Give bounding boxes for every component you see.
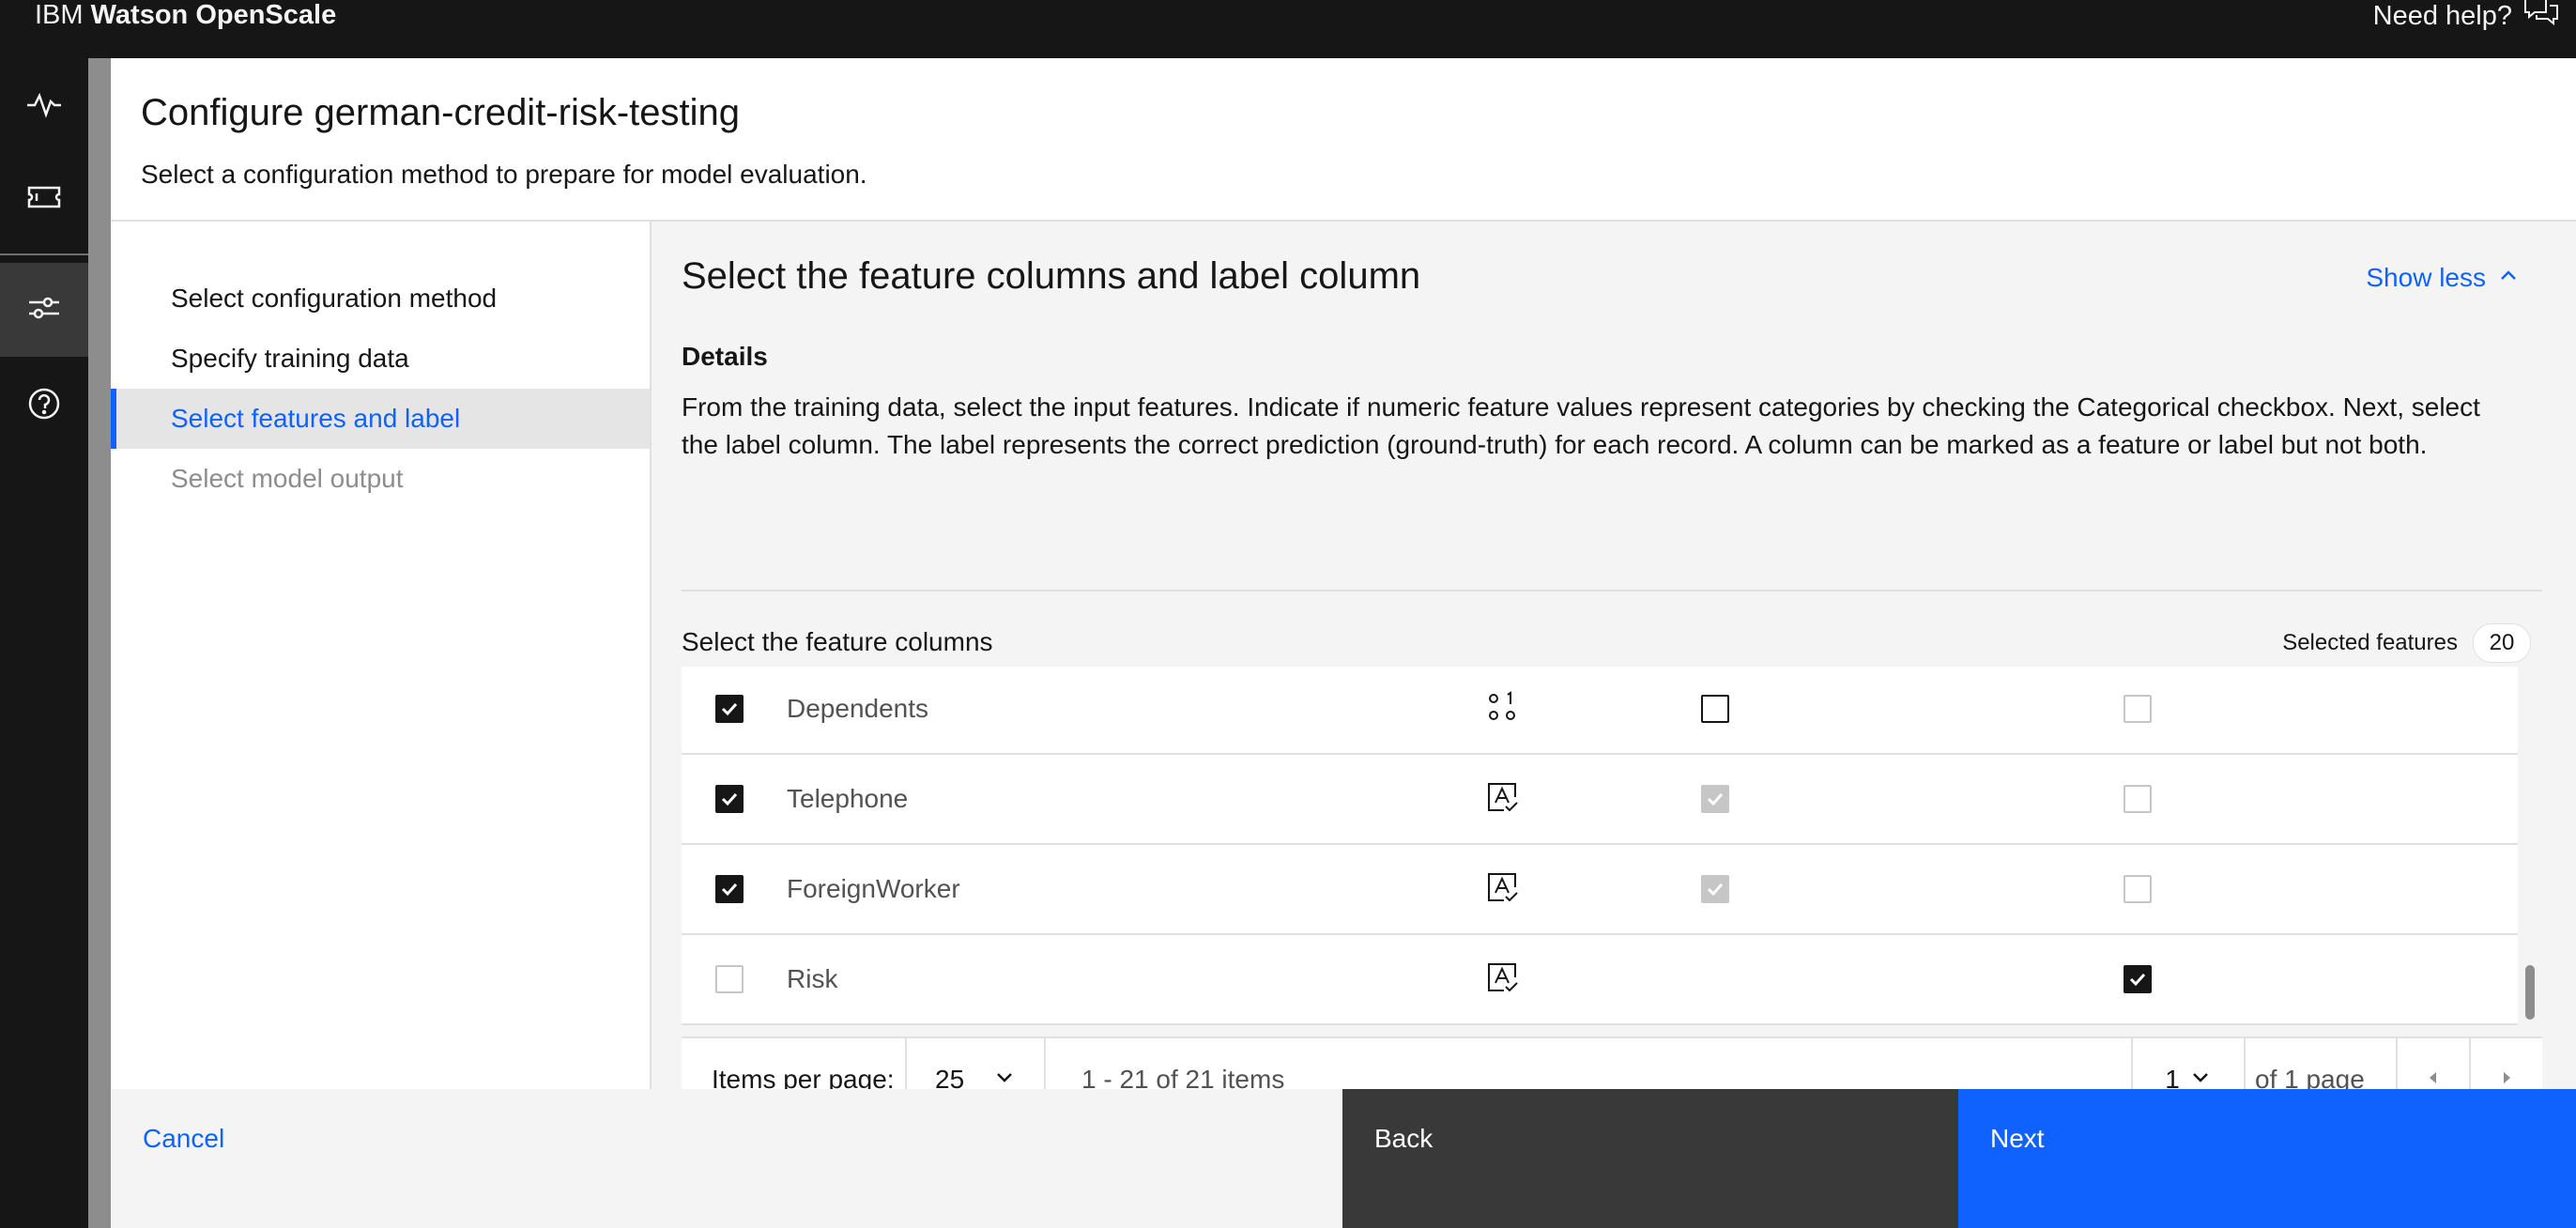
cancel-label: Cancel — [143, 1124, 225, 1153]
label-checkbox — [2124, 785, 2152, 813]
show-less-link[interactable]: Show less — [2366, 263, 2520, 293]
scrollbar-thumb[interactable] — [2525, 965, 2535, 1020]
table-scrollbar[interactable] — [2523, 667, 2537, 1035]
nav-insights-button[interactable] — [0, 58, 88, 152]
next-label: Next — [1990, 1124, 2045, 1153]
categorical-checkbox — [1701, 875, 1729, 903]
next-button[interactable]: Next — [1958, 1089, 2576, 1228]
step-select-configuration-method[interactable]: Select configuration method — [111, 269, 650, 329]
help-label: Need help? — [2372, 0, 2512, 31]
column-name: ForeignWorker — [787, 874, 960, 903]
column-name: Risk — [787, 964, 838, 993]
selected-features-count: 20 — [2473, 623, 2531, 663]
brand-name: Watson OpenScale — [90, 0, 337, 30]
top-bar: IBM Watson OpenScale Need help? — [0, 0, 2576, 58]
modal-header: Configure german-credit-risk-testing Sel… — [111, 58, 2576, 222]
step-select-model-output: Select model output — [171, 464, 404, 493]
feature-checkbox[interactable] — [715, 785, 744, 813]
caret-left-icon — [2424, 1068, 2443, 1092]
feature-columns-title: Select the feature columns — [682, 627, 993, 656]
nav-ticket-button[interactable] — [0, 152, 88, 246]
pulse-icon — [23, 83, 65, 129]
table-row: Risk — [682, 935, 2518, 1025]
label-checkbox — [2124, 695, 2152, 723]
progress-steps: Select configuration method Specify trai… — [111, 222, 652, 1089]
step-content: Select the feature columns and label col… — [652, 222, 2576, 1121]
step-select-features-and-label[interactable]: Select features and label — [111, 389, 650, 449]
feature-checkbox[interactable] — [715, 695, 744, 723]
column-name: Telephone — [787, 784, 909, 813]
chevron-up-icon — [2497, 263, 2520, 293]
nav-help-button[interactable] — [0, 359, 88, 453]
table-row: Dependents — [682, 667, 2518, 755]
nav-divider — [0, 253, 88, 255]
numeric-icon — [1485, 690, 1519, 729]
back-label: Back — [1374, 1124, 1434, 1153]
feature-table: Dependents Telephone ForeignWorker Risk — [682, 667, 2518, 1035]
configure-modal: Configure german-credit-risk-testing Sel… — [111, 58, 2576, 1228]
string-icon — [1485, 960, 1519, 999]
table-row: Telephone — [682, 755, 2518, 845]
sliders-icon — [23, 287, 65, 333]
help-link[interactable]: Need help? — [2373, 0, 2559, 32]
selected-features-label: Selected features — [2282, 630, 2458, 655]
chat-icon — [2523, 0, 2559, 36]
categorical-checkbox — [1701, 785, 1729, 813]
string-icon — [1485, 870, 1519, 909]
background-overlay — [88, 58, 111, 1228]
step-specify-training-data[interactable]: Specify training data — [111, 329, 650, 389]
ticket-icon — [23, 177, 65, 223]
section-heading: Select the feature columns and label col… — [682, 255, 1421, 297]
column-name: Dependents — [787, 694, 929, 723]
categorical-checkbox[interactable] — [1701, 695, 1729, 723]
cancel-button[interactable]: Cancel — [111, 1089, 1342, 1228]
brand-prefix: IBM — [35, 0, 84, 30]
selected-features: Selected features 20 — [2282, 623, 2531, 663]
show-less-label: Show less — [2366, 263, 2486, 292]
caret-right-icon — [2497, 1068, 2516, 1092]
string-icon — [1485, 780, 1519, 819]
modal-subtitle: Select a configuration method to prepare… — [141, 160, 867, 189]
details-text: From the training data, select the input… — [682, 392, 2480, 459]
nav-configure-button[interactable] — [0, 263, 88, 357]
divider — [682, 590, 2542, 591]
help-circle-icon — [23, 383, 65, 429]
label-checkbox — [2124, 875, 2152, 903]
modal-title: Configure german-credit-risk-testing — [141, 92, 741, 133]
modal-footer: Cancel Back Next — [111, 1089, 2576, 1228]
back-button[interactable]: Back — [1342, 1089, 1958, 1228]
left-nav — [0, 58, 88, 1228]
details-heading: Details — [682, 342, 768, 371]
feature-checkbox — [715, 965, 744, 993]
feature-checkbox[interactable] — [715, 875, 744, 903]
label-checkbox[interactable] — [2124, 965, 2152, 993]
brand[interactable]: IBM Watson OpenScale — [35, 0, 336, 30]
table-row: ForeignWorker — [682, 845, 2518, 935]
